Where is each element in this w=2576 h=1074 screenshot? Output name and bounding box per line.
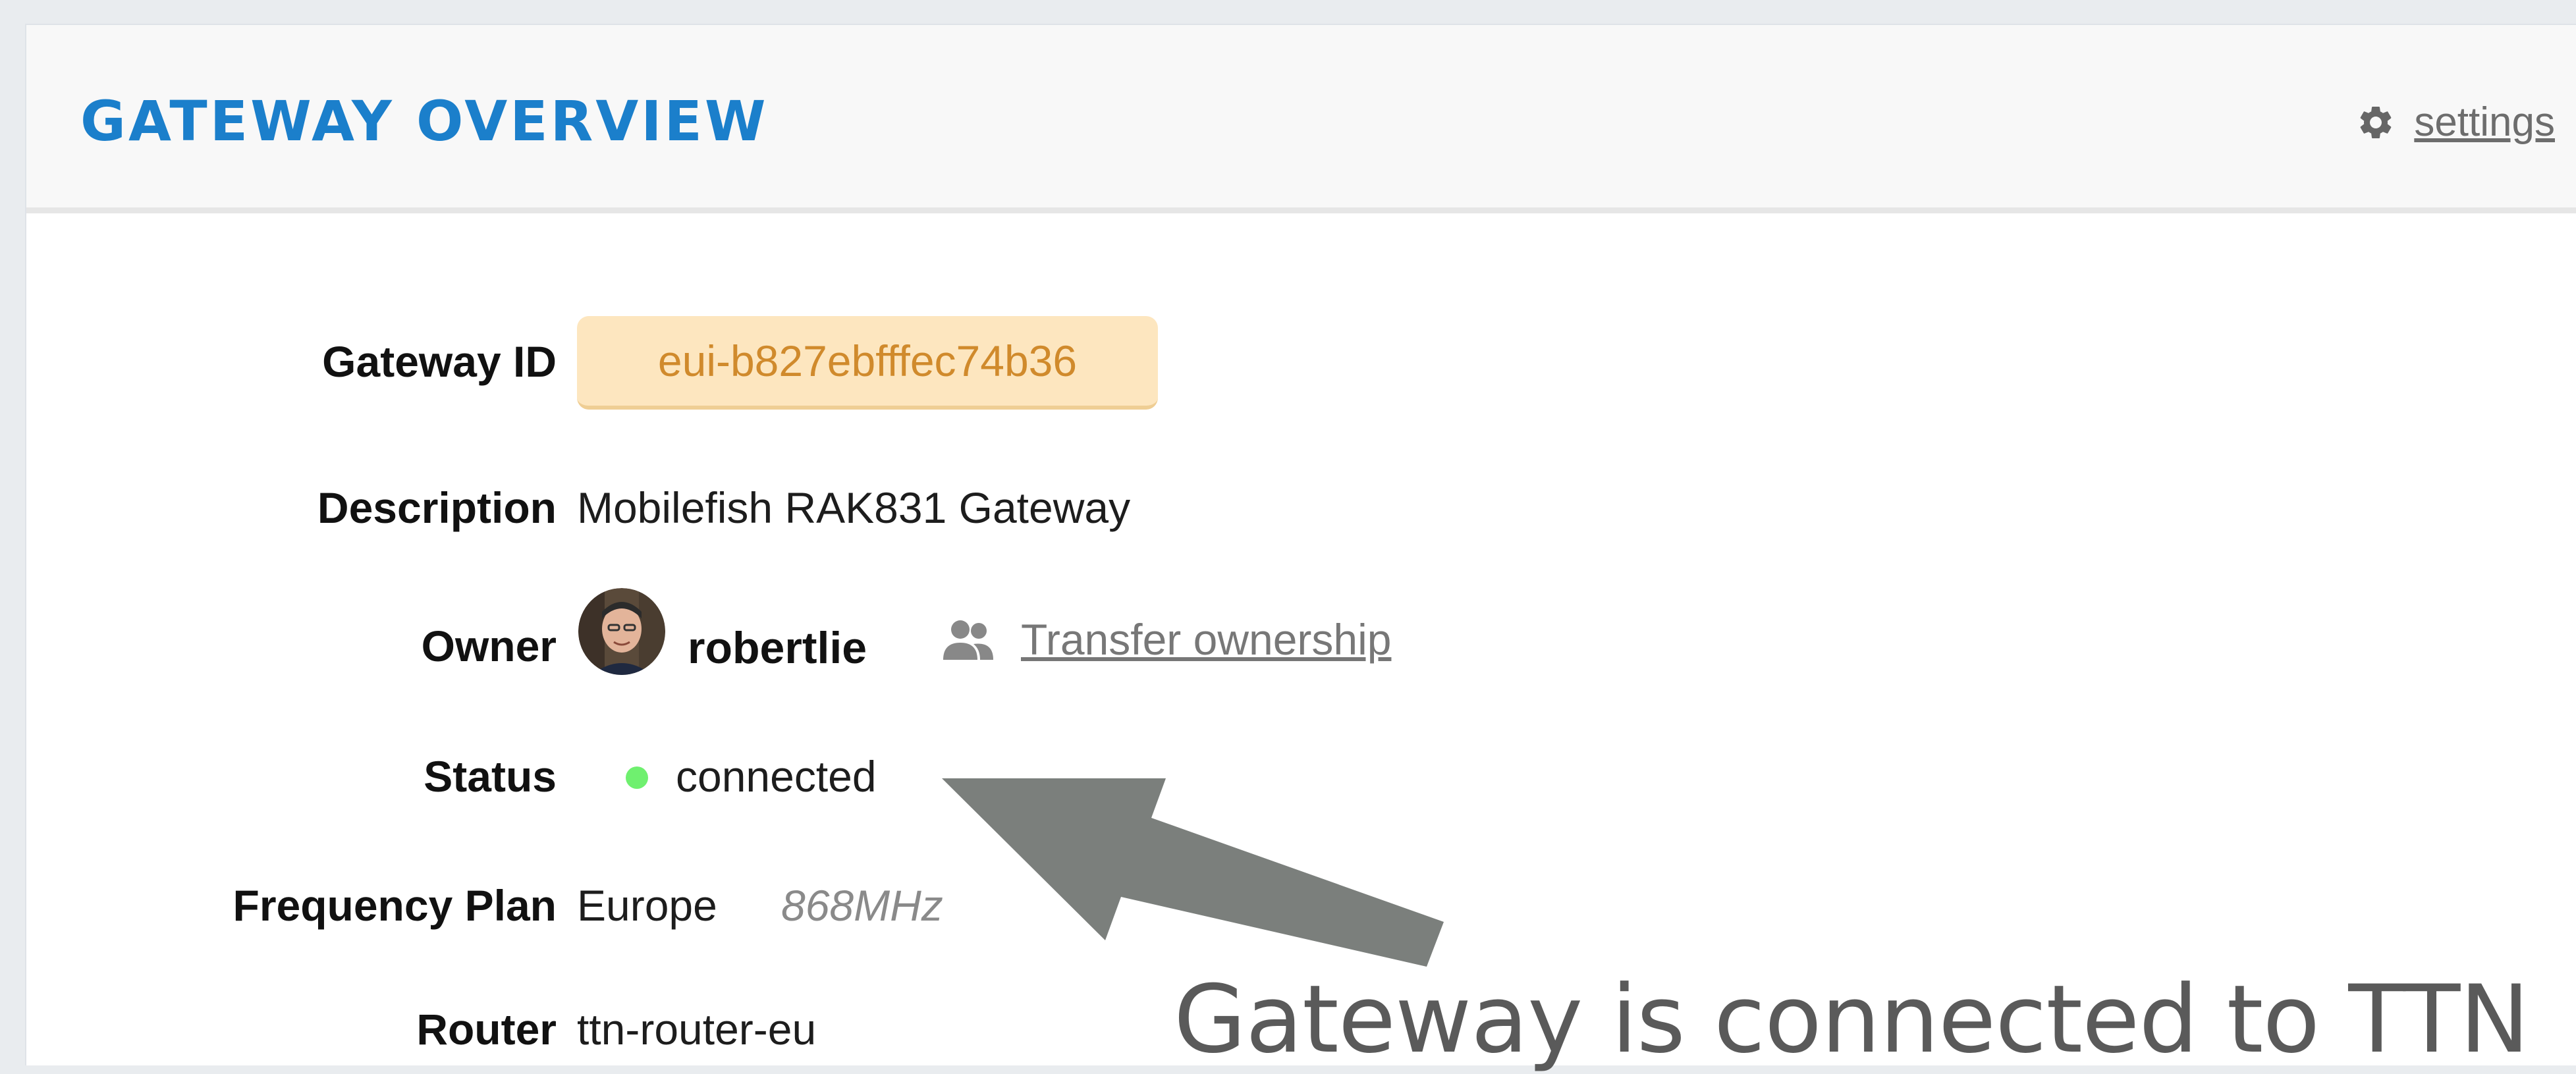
card-header: GATEWAY OVERVIEW settings <box>26 25 2576 213</box>
gear-icon[interactable] <box>2356 103 2396 142</box>
annotation-arrow-shape <box>942 778 1444 967</box>
gateway-overview-card: GATEWAY OVERVIEW settings Gateway ID eui… <box>25 24 2576 1074</box>
settings-link[interactable]: settings <box>2414 99 2555 146</box>
annotation-text: Gateway is connected to TTN <box>1174 965 2530 1074</box>
annotation-arrow <box>942 778 1444 967</box>
avatar <box>578 588 665 675</box>
frequency-plan-label: Frequency Plan <box>233 881 557 930</box>
router-value: ttn-router-eu <box>577 1005 817 1054</box>
description-value: Mobilefish RAK831 Gateway <box>577 483 1131 532</box>
frequency-plan-band: 868MHz <box>781 881 943 930</box>
router-label: Router <box>416 1005 557 1054</box>
owner-label: Owner <box>421 622 557 670</box>
gateway-id-value: eui-b827ebfffec74b36 <box>657 336 1078 385</box>
owner-name: robertlie <box>688 623 867 673</box>
page-title: GATEWAY OVERVIEW <box>80 89 769 153</box>
description-label: Description <box>317 483 557 532</box>
gateway-id-badge: eui-b827ebfffec74b36 <box>577 316 1158 410</box>
status-dot-icon <box>626 766 648 789</box>
status-label: Status <box>424 752 557 801</box>
status-value: connected <box>676 752 877 801</box>
gateway-id-label: Gateway ID <box>322 337 557 386</box>
users-icon[interactable] <box>941 616 996 662</box>
settings-control[interactable]: settings <box>2356 99 2555 146</box>
frequency-plan-region: Europe <box>577 881 717 930</box>
transfer-ownership-link[interactable]: Transfer ownership <box>1021 618 1391 661</box>
